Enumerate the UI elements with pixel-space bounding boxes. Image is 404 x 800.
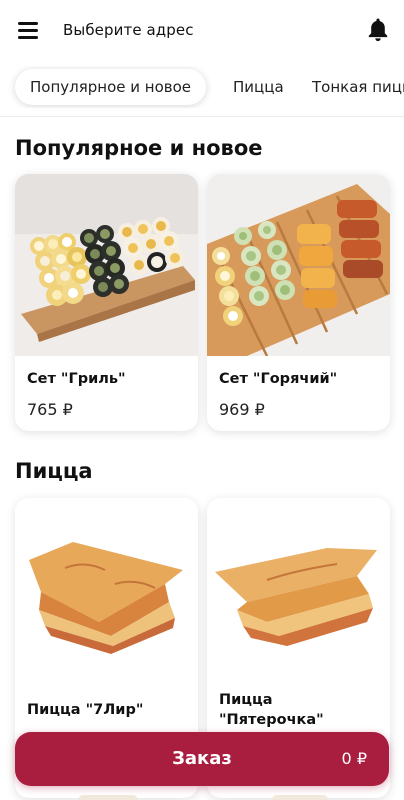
product-name: Сет "Горячий": [219, 371, 338, 387]
section-title-pizza: Пицца: [15, 459, 93, 483]
product-image-pizza-7lir: [15, 498, 198, 678]
category-tabs: Популярное и новое Пицца Тонкая пицца: [0, 66, 404, 108]
product-image-set-hot: [207, 174, 390, 356]
tab-popular-new[interactable]: Популярное и новое: [15, 69, 207, 105]
product-image-pizza-pyaterochka: [207, 498, 390, 678]
product-name: Пицца "Пятерочка": [219, 692, 324, 728]
next-card-peek: [272, 795, 328, 800]
product-price: 765 ₽: [27, 400, 73, 419]
product-price: 969 ₽: [219, 400, 265, 419]
next-card-peek: [78, 795, 138, 800]
product-name: Сет "Гриль": [27, 371, 126, 387]
product-name: Пицца "7Лир": [27, 702, 144, 718]
product-card-set-hot[interactable]: Сет "Горячий" 969 ₽: [207, 174, 390, 431]
section-title-popular: Популярное и новое: [15, 136, 263, 160]
product-card-set-grill[interactable]: Сет "Гриль" 765 ₽: [15, 174, 198, 431]
order-label: Заказ: [172, 748, 232, 769]
top-bar: Выберите адрес: [0, 0, 404, 64]
tabs-divider: [0, 116, 404, 117]
order-button[interactable]: Заказ 0 ₽: [15, 732, 389, 786]
tab-thin-pizza[interactable]: Тонкая пицца: [312, 69, 404, 105]
hamburger-menu-icon[interactable]: [18, 22, 38, 40]
address-selector[interactable]: Выберите адрес: [63, 21, 194, 39]
bell-icon[interactable]: [366, 17, 390, 43]
order-total: 0 ₽: [341, 749, 367, 768]
tab-pizza[interactable]: Пицца: [233, 69, 284, 105]
product-image-set-grill: [15, 174, 198, 356]
